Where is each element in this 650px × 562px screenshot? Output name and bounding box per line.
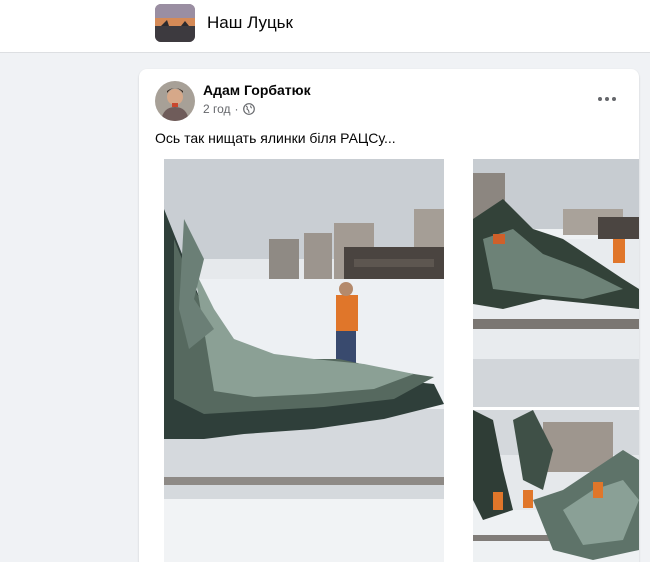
post-card: Адам Горбатюк 2 год · Ось так нищать яли… xyxy=(139,69,639,562)
more-options-button[interactable] xyxy=(591,85,623,109)
post-time[interactable]: 2 год xyxy=(203,102,231,116)
group-header: Наш Луцьк xyxy=(0,0,650,53)
group-avatar[interactable] xyxy=(155,4,195,42)
author-name[interactable]: Адам Горбатюк xyxy=(203,82,311,98)
meta-separator: · xyxy=(234,102,239,116)
group-name[interactable]: Наш Луцьк xyxy=(207,13,293,33)
globe-icon xyxy=(242,103,255,115)
post-photo-2[interactable] xyxy=(473,159,639,407)
post-text: Ось так нищать ялинки біля РАЦСу... xyxy=(155,130,396,146)
post-photo-3[interactable] xyxy=(473,410,639,562)
post-photo-1[interactable] xyxy=(164,159,444,562)
post-meta: 2 год · xyxy=(203,102,255,116)
more-icon xyxy=(598,88,616,106)
author-avatar[interactable] xyxy=(155,81,195,121)
